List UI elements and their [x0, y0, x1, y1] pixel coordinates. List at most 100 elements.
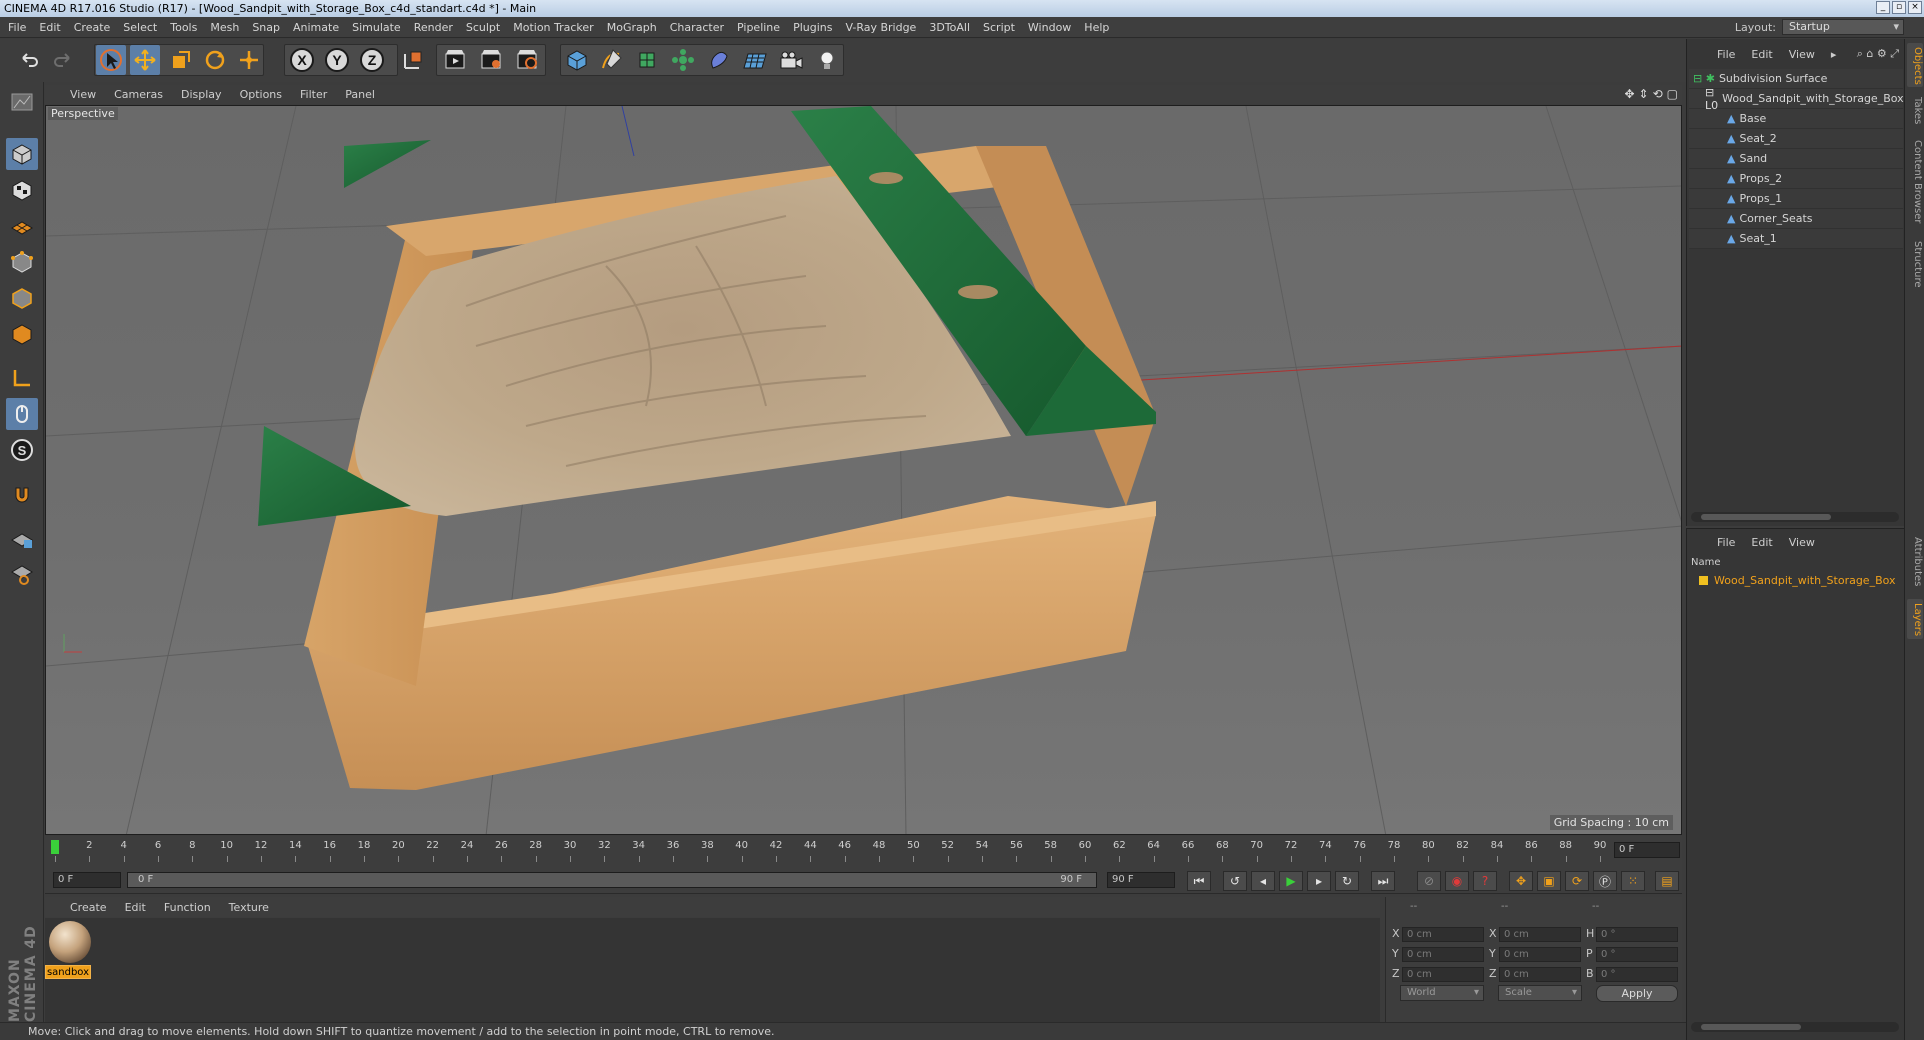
material-swatch[interactable]: sandbox	[45, 918, 95, 982]
rot-b-field[interactable]: 0 °	[1596, 967, 1678, 982]
render-settings-icon[interactable]	[512, 45, 542, 75]
pos-z-field[interactable]: 0 cm	[1402, 967, 1484, 982]
scrollbar-thumb[interactable]	[1701, 1024, 1801, 1030]
menu-mesh[interactable]: Mesh	[210, 21, 239, 34]
object-manager-scrollbar[interactable]	[1691, 512, 1899, 522]
cloner-icon[interactable]	[668, 45, 698, 75]
timeline-window-icon[interactable]: ▤	[1655, 871, 1679, 891]
tree-row-seat-2[interactable]: ▲ Seat_2	[1689, 129, 1903, 149]
light-icon[interactable]	[812, 45, 842, 75]
start-frame-field[interactable]: 0 F	[53, 872, 121, 888]
scrollbar-thumb[interactable]	[1701, 514, 1831, 520]
playhead-marker[interactable]	[51, 840, 59, 854]
apply-button[interactable]: Apply	[1596, 985, 1678, 1002]
tree-row-props-2[interactable]: ▲ Props_2	[1689, 169, 1903, 189]
last-tool-icon[interactable]	[234, 45, 264, 75]
material-menu-function[interactable]: Function	[164, 901, 211, 914]
previous-key-icon[interactable]: ↺	[1223, 871, 1247, 891]
tab-objects[interactable]: Objects	[1907, 43, 1923, 87]
frame-range-slider[interactable]: 0 F 90 F	[127, 872, 1097, 888]
menu-file[interactable]: File	[8, 21, 26, 34]
make-editable-icon[interactable]	[6, 86, 38, 118]
tree-row-corner-seats[interactable]: ▲ Corner_Seats	[1689, 209, 1903, 229]
render-view-icon[interactable]	[440, 45, 470, 75]
next-frame-icon[interactable]: ▸	[1307, 871, 1331, 891]
size-y-field[interactable]: 0 cm	[1499, 947, 1581, 962]
object-menu-more-icon[interactable]: ▸	[1831, 48, 1837, 61]
axis-y-button[interactable]: Y	[322, 45, 352, 75]
dolly-icon[interactable]: ⇕	[1639, 87, 1649, 101]
material-menu-create[interactable]: Create	[70, 901, 107, 914]
menu-vray-bridge[interactable]: V-Ray Bridge	[845, 21, 916, 34]
spline-pen-icon[interactable]	[596, 45, 626, 75]
key-position-icon[interactable]: ✥	[1509, 871, 1533, 891]
workplane-icon[interactable]	[6, 210, 38, 242]
viewport-menu-cameras[interactable]: Cameras	[114, 88, 163, 101]
key-parameter-icon[interactable]: Ⓟ	[1593, 871, 1617, 891]
tree-row-subdivision-surface[interactable]: ⊟ ✱ Subdivision Surface	[1689, 69, 1903, 89]
viewport-menu-options[interactable]: Options	[240, 88, 282, 101]
end-frame-field[interactable]: 90 F	[1107, 872, 1175, 888]
object-menu-file[interactable]: File	[1717, 48, 1735, 61]
viewport-menu-display[interactable]: Display	[181, 88, 222, 101]
tree-row-base[interactable]: ▲ Base	[1689, 109, 1903, 129]
viewport-menu-panel[interactable]: Panel	[345, 88, 375, 101]
deformer-icon[interactable]	[704, 45, 734, 75]
pos-y-field[interactable]: 0 cm	[1402, 947, 1484, 962]
menu-character[interactable]: Character	[670, 21, 724, 34]
axis-z-button[interactable]: Z	[357, 45, 387, 75]
layer-menu-edit[interactable]: Edit	[1751, 536, 1772, 549]
menu-window[interactable]: Window	[1028, 21, 1071, 34]
material-menu-texture[interactable]: Texture	[229, 901, 269, 914]
render-to-picture-viewer-icon[interactable]	[476, 45, 506, 75]
tab-attributes[interactable]: Attributes	[1907, 531, 1923, 593]
menu-help[interactable]: Help	[1084, 21, 1109, 34]
rotate-icon[interactable]	[200, 45, 230, 75]
planar-workplane-icon[interactable]	[6, 558, 38, 590]
key-rotation-icon[interactable]: ⟳	[1565, 871, 1589, 891]
autokey-icon[interactable]: ◉	[1445, 871, 1469, 891]
layer-menu-file[interactable]: File	[1717, 536, 1735, 549]
previous-frame-icon[interactable]: ◂	[1251, 871, 1275, 891]
object-menu-view[interactable]: View	[1789, 48, 1815, 61]
menu-simulate[interactable]: Simulate	[352, 21, 401, 34]
undo-icon[interactable]	[14, 45, 44, 75]
select-arrow-icon[interactable]	[96, 45, 126, 75]
layer-color-swatch[interactable]	[1699, 575, 1708, 585]
coordinate-system-icon[interactable]	[398, 45, 428, 75]
move-icon[interactable]	[130, 45, 160, 75]
coordinate-mode-dropdown[interactable]: World	[1400, 985, 1484, 1001]
tab-content-browser[interactable]: Content Browser	[1907, 135, 1923, 229]
go-to-end-icon[interactable]: ⏭	[1371, 871, 1395, 891]
tree-row-sand[interactable]: ▲ Sand	[1689, 149, 1903, 169]
viewport-menu-view[interactable]: View	[70, 88, 96, 101]
menu-snap[interactable]: Snap	[252, 21, 280, 34]
floor-icon[interactable]	[740, 45, 770, 75]
menu-script[interactable]: Script	[983, 21, 1015, 34]
polygons-mode-icon[interactable]	[6, 318, 38, 350]
redo-icon[interactable]	[48, 45, 78, 75]
size-mode-dropdown[interactable]: Scale	[1498, 985, 1582, 1001]
tab-takes[interactable]: Takes	[1907, 93, 1923, 129]
cube-icon[interactable]	[562, 45, 592, 75]
rot-h-field[interactable]: 0 °	[1596, 927, 1678, 942]
next-key-icon[interactable]: ↻	[1335, 871, 1359, 891]
camera-icon[interactable]	[776, 45, 806, 75]
timeline-ruler[interactable]: 0246810121416182022242628303234363840424…	[51, 840, 1606, 864]
menu-motion-tracker[interactable]: Motion Tracker	[513, 21, 593, 34]
rot-p-field[interactable]: 0 °	[1596, 947, 1678, 962]
layout-dropdown[interactable]: Startup	[1782, 19, 1904, 35]
material-menu-edit[interactable]: Edit	[125, 901, 146, 914]
snap-icon[interactable]: S	[6, 434, 38, 466]
maximize-view-icon[interactable]: ▢	[1667, 87, 1678, 101]
viewport-menu-filter[interactable]: Filter	[300, 88, 327, 101]
edges-mode-icon[interactable]	[6, 282, 38, 314]
close-button[interactable]: ×	[1908, 1, 1922, 14]
tweak-mode-icon[interactable]	[6, 398, 38, 430]
layer-menu-view[interactable]: View	[1789, 536, 1815, 549]
magnet-icon[interactable]	[6, 480, 38, 512]
menu-mograph[interactable]: MoGraph	[607, 21, 657, 34]
menu-plugins[interactable]: Plugins	[793, 21, 832, 34]
tree-row-sandpit-null[interactable]: ⊟ L0 Wood_Sandpit_with_Storage_Box	[1689, 86, 1904, 112]
object-menu-edit[interactable]: Edit	[1751, 48, 1772, 61]
